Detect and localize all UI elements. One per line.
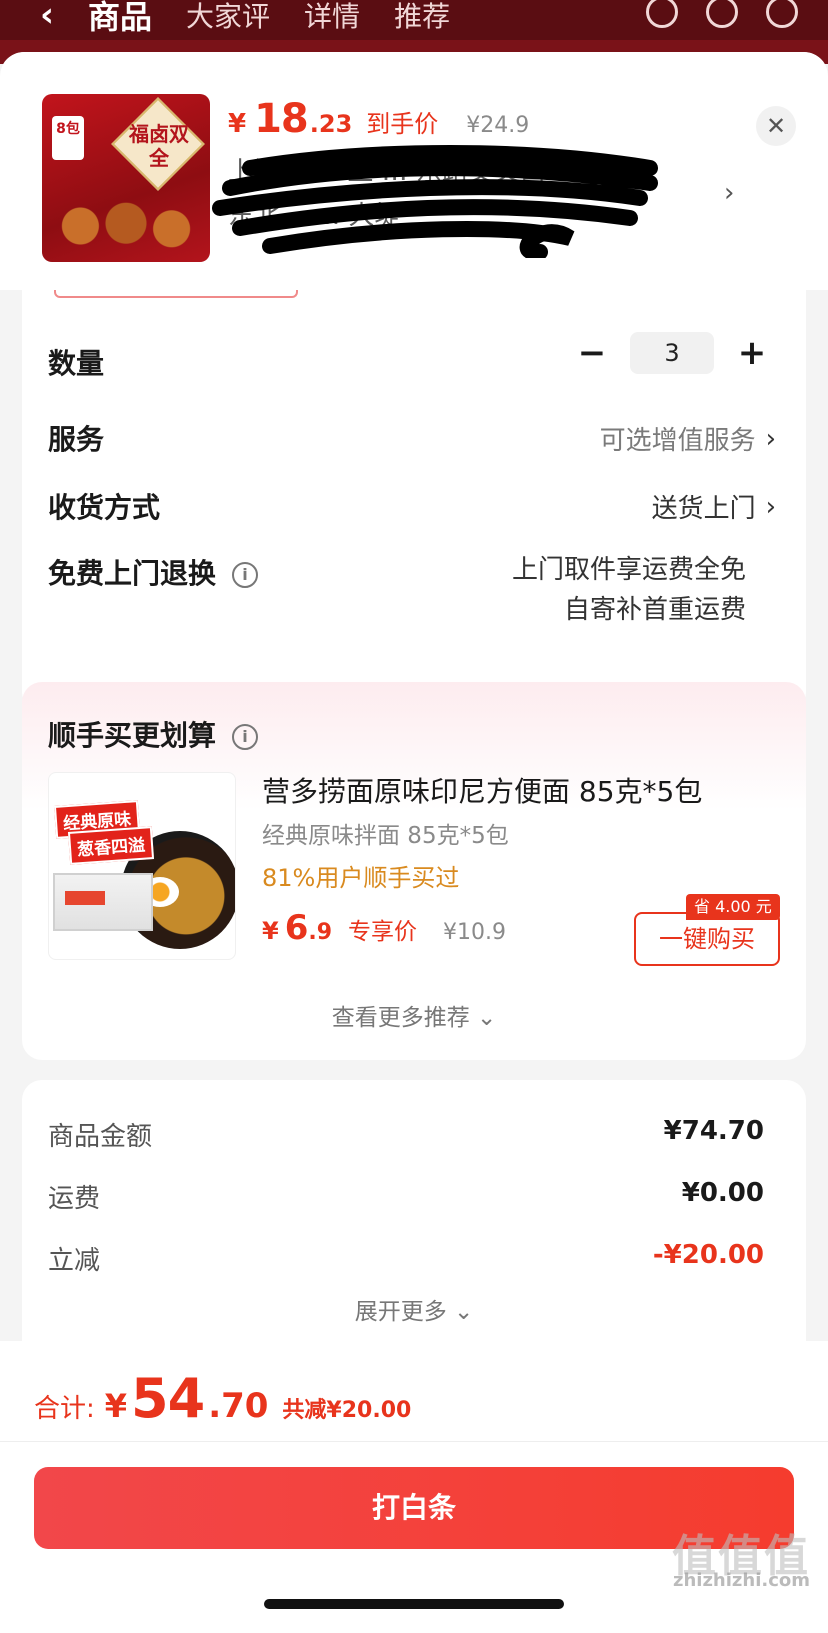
image-tag-2: 葱香四溢 — [67, 826, 155, 865]
close-button[interactable]: ✕ — [756, 106, 796, 146]
quantity-input[interactable]: 3 — [630, 332, 714, 374]
purchase-sheet: 福卤双全 8包 ¥ 18 .23 到手价 ¥24.9 上海 …08上 … 东路交… — [0, 52, 828, 1633]
total-integer: 54 — [131, 1367, 205, 1430]
recommend-title: 顺手买更划算 i — [48, 714, 259, 754]
price-integer: 6 — [284, 908, 309, 948]
summary-row-shipping: 运费 ¥0.00 — [48, 1178, 764, 1215]
back-icon[interactable]: ‹ — [40, 0, 54, 35]
nav-icons — [646, 0, 798, 28]
price-currency: ¥ — [262, 917, 279, 945]
chevron-right-icon: › — [765, 491, 776, 522]
decrement-button[interactable]: − — [574, 333, 610, 373]
service-selector[interactable]: 可选增值服务 › — [600, 420, 776, 457]
return-line-2: 自寄补首重运费 — [563, 595, 746, 625]
tab-reviews[interactable]: 大家评 — [186, 0, 270, 35]
tab-details[interactable]: 详情 — [304, 0, 360, 35]
recommend-product-image[interactable]: 经典原味 葱香四溢 — [48, 772, 236, 960]
total-decimal: .70 — [208, 1386, 269, 1426]
summary-key: 商品金额 — [48, 1122, 153, 1152]
delivery-value: 送货上门 — [651, 494, 756, 524]
summary-key: 运费 — [48, 1184, 101, 1214]
recommend-name[interactable]: 营多捞面原味印尼方便面 85克*5包 — [262, 770, 702, 810]
return-label-text: 免费上门退换 — [48, 557, 217, 590]
quantity-label: 数量 — [48, 347, 105, 380]
tab-recommend[interactable]: 推荐 — [394, 0, 450, 35]
summary-row-goods: 商品金额 ¥74.70 — [48, 1116, 764, 1153]
one-click-buy-button[interactable]: 一键购买 — [634, 912, 780, 966]
return-label: 免费上门退换 i — [48, 552, 259, 592]
product-header: 福卤双全 8包 ¥ 18 .23 到手价 ¥24.9 上海 …08上 … 东路交… — [0, 52, 828, 290]
search-icon[interactable] — [646, 0, 678, 28]
delivery-selector[interactable]: 送货上门 › — [652, 488, 776, 525]
total-reduction: 共减¥20.00 — [282, 1398, 412, 1423]
service-label: 服务 — [48, 423, 105, 456]
chevron-right-icon: › — [765, 423, 776, 454]
product-thumbnail: 福卤双全 8包 — [42, 94, 210, 262]
summary-value: -¥20.00 — [652, 1240, 764, 1270]
return-policy: 上门取件享运费全免 自寄补首重运费 — [512, 550, 746, 630]
info-icon[interactable]: i — [232, 724, 259, 750]
order-total: 合计: ¥ 54 .70 共减¥20.00 — [34, 1367, 411, 1430]
summary-key: 立减 — [48, 1246, 101, 1276]
price-decimal: .9 — [308, 920, 333, 945]
quantity-stepper: − 3 + — [574, 332, 770, 374]
address-chevron-icon[interactable]: › — [724, 178, 734, 208]
return-line-1: 上门取件享运费全免 — [511, 555, 746, 585]
service-value: 可选增值服务 — [599, 426, 756, 456]
delivery-label: 收货方式 — [48, 491, 161, 524]
summary-value: ¥74.70 — [663, 1116, 764, 1146]
thumb-badge: 8包 — [52, 116, 84, 160]
original-price: ¥10.9 — [443, 920, 507, 945]
more-recommend-link[interactable]: 查看更多推荐 ⌄ — [22, 998, 806, 1032]
recommend-spec: 经典原味拌面 85克*5包 — [262, 823, 509, 849]
thumb-title: 福卤双全 — [129, 122, 189, 170]
package-graphic — [53, 873, 153, 931]
total-label: 合计: — [34, 1394, 95, 1424]
summary-row-discount: 立减 -¥20.00 — [48, 1240, 764, 1277]
spec-chip-edge — [54, 290, 298, 298]
favorite-icon[interactable] — [706, 0, 738, 28]
info-icon[interactable]: i — [232, 562, 259, 588]
price-summary-card: 商品金额 ¥74.70 运费 ¥0.00 立减 -¥20.00 展开更多 ⌄ — [22, 1080, 806, 1380]
food-graphic — [50, 198, 202, 254]
expand-more-link[interactable]: 展开更多 ⌄ — [22, 1292, 806, 1326]
recommend-social-proof: 81%用户顺手买过 — [262, 864, 460, 892]
total-currency: ¥ — [104, 1387, 128, 1425]
save-badge: 省 4.00 元 — [686, 894, 780, 920]
watermark-url: zhizhizhi.com — [672, 1570, 810, 1591]
options-card: 数量 − 3 + 服务 可选增值服务 › 收货方式 送货上门 › 免费上门退换 i… — [22, 290, 806, 712]
summary-value: ¥0.00 — [681, 1178, 764, 1208]
recommend-price: ¥ 6 .9 专享价 ¥10.9 — [262, 908, 506, 948]
redaction-scribble — [212, 145, 658, 258]
increment-button[interactable]: + — [734, 333, 770, 373]
home-indicator[interactable] — [264, 1599, 564, 1609]
share-icon[interactable] — [766, 0, 798, 28]
tab-product[interactable]: 商品 — [88, 0, 152, 38]
divider — [0, 1441, 828, 1442]
price-label: 专享价 — [348, 919, 418, 945]
recommend-card: 顺手买更划算 i 经典原味 葱香四溢 营多捞面原味印尼方便面 85克*5包 经典原… — [22, 682, 806, 1060]
nav-tabs: ‹ 商品 大家评 详情 推荐 — [40, 0, 450, 38]
recommend-title-text: 顺手买更划算 — [48, 719, 217, 752]
